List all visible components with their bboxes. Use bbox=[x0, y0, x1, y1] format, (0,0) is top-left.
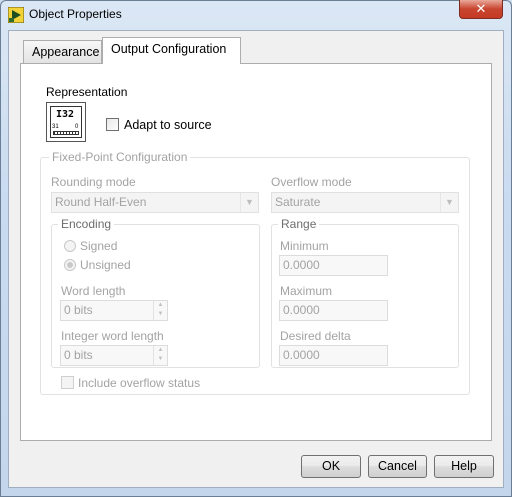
spin-up-icon: ▲ bbox=[157, 302, 164, 308]
word-length-value: 0 bits bbox=[64, 303, 93, 317]
integer-word-length-spinner[interactable]: ▲ ▼ bbox=[153, 346, 167, 365]
minimum-label: Minimum bbox=[280, 239, 329, 253]
integer-word-length-field[interactable]: 0 bits ▲ ▼ bbox=[60, 345, 168, 366]
signed-radio[interactable] bbox=[64, 240, 76, 252]
adapt-to-source-label: Adapt to source bbox=[124, 118, 212, 132]
word-length-spinner[interactable]: ▲ ▼ bbox=[153, 301, 167, 320]
minimum-field[interactable]: 0.0000 bbox=[279, 255, 388, 276]
tab-appearance[interactable]: Appearance bbox=[23, 40, 102, 64]
word-length-field[interactable]: 0 bits ▲ ▼ bbox=[60, 300, 168, 321]
chevron-down-icon: ▼ bbox=[240, 193, 258, 212]
tab-label: Appearance bbox=[32, 45, 100, 59]
overflow-mode-label: Overflow mode bbox=[271, 175, 352, 189]
cancel-button[interactable]: Cancel bbox=[368, 455, 427, 478]
representation-icon-lsb: 0 bbox=[75, 124, 79, 130]
unsigned-radio[interactable] bbox=[64, 259, 76, 271]
word-length-label: Word length bbox=[61, 284, 126, 298]
ok-button-label: OK bbox=[321, 459, 341, 473]
labview-app-icon bbox=[8, 7, 24, 23]
maximum-value: 0.0000 bbox=[283, 303, 320, 317]
representation-icon-msb: 31 bbox=[52, 124, 59, 130]
tab-label: Output Configuration bbox=[111, 42, 227, 56]
overflow-mode-value: Saturate bbox=[275, 195, 321, 209]
desired-delta-label: Desired delta bbox=[280, 329, 351, 343]
fixed-point-group-label: Fixed-Point Configuration bbox=[49, 150, 191, 164]
window-title: Object Properties bbox=[29, 7, 122, 21]
ok-button[interactable]: OK bbox=[301, 455, 361, 478]
close-icon: ✕ bbox=[475, 1, 487, 16]
rounding-mode-select[interactable]: Round Half-Even ▼ bbox=[51, 192, 259, 213]
spin-down-icon: ▼ bbox=[157, 311, 164, 317]
help-button[interactable]: Help bbox=[434, 455, 494, 478]
spin-down-icon: ▼ bbox=[157, 356, 164, 362]
integer-word-length-value: 0 bits bbox=[64, 348, 93, 362]
representation-icon-text: I32 bbox=[56, 109, 75, 120]
title-bar[interactable]: Object Properties ✕ bbox=[0, 0, 512, 30]
desired-delta-value: 0.0000 bbox=[283, 348, 320, 362]
spin-up-icon: ▲ bbox=[157, 347, 164, 353]
help-button-label: Help bbox=[451, 459, 477, 473]
desired-delta-field[interactable]: 0.0000 bbox=[279, 345, 388, 366]
minimum-value: 0.0000 bbox=[283, 258, 320, 272]
representation-label: Representation bbox=[46, 85, 128, 99]
unsigned-label: Unsigned bbox=[80, 258, 131, 272]
adapt-to-source-checkbox[interactable] bbox=[106, 118, 119, 131]
encoding-group-label: Encoding bbox=[58, 217, 115, 231]
rounding-mode-label: Rounding mode bbox=[51, 175, 136, 189]
bit-bar-icon bbox=[53, 131, 79, 135]
representation-button[interactable]: I32 31 0 bbox=[46, 102, 86, 142]
tab-output-configuration[interactable]: Output Configuration bbox=[102, 37, 241, 64]
close-button[interactable]: ✕ bbox=[459, 0, 503, 19]
signed-label: Signed bbox=[80, 239, 118, 253]
cancel-button-label: Cancel bbox=[378, 459, 417, 473]
overflow-mode-select[interactable]: Saturate ▼ bbox=[271, 192, 459, 213]
maximum-field[interactable]: 0.0000 bbox=[279, 300, 388, 321]
rounding-mode-value: Round Half-Even bbox=[55, 195, 147, 209]
chevron-down-icon: ▼ bbox=[440, 193, 458, 212]
include-overflow-status-checkbox[interactable] bbox=[61, 376, 74, 389]
range-group-label: Range bbox=[278, 217, 320, 231]
include-overflow-status-label: Include overflow status bbox=[78, 376, 201, 390]
maximum-label: Maximum bbox=[280, 284, 333, 298]
integer-word-length-label: Integer word length bbox=[61, 329, 164, 343]
